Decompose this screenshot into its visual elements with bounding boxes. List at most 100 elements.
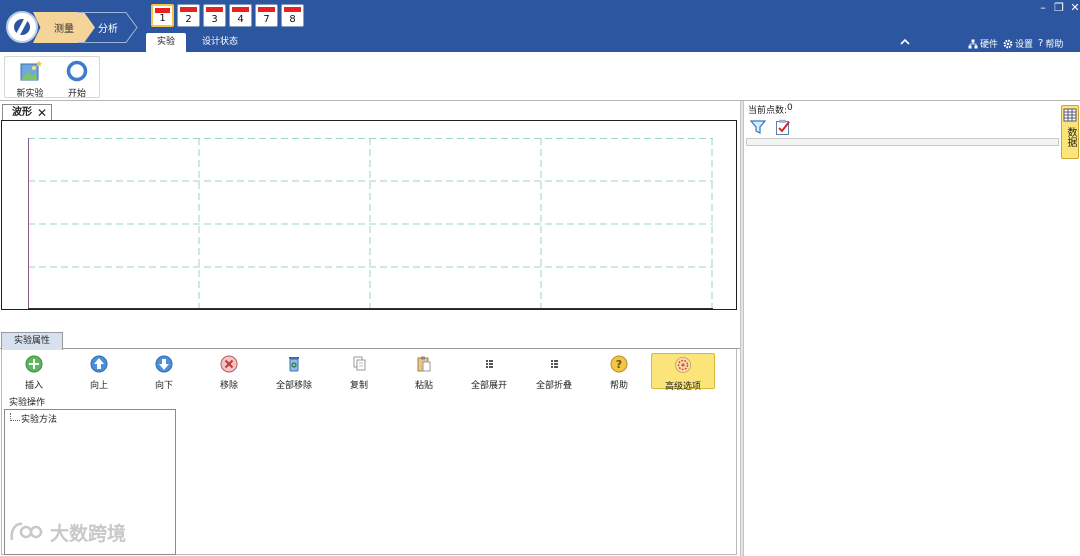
plus-circle-icon xyxy=(25,355,43,373)
ribbon-group-experiment: 新实验 开始 xyxy=(4,56,100,99)
properties-toolbar: 插入 向上 向下 移除 全部移除 复制 粘贴 全部展开 全部折叠 ? 帮助 高级… xyxy=(2,350,738,392)
remove-all-button[interactable]: 全部移除 xyxy=(262,353,326,391)
channel-number: 3 xyxy=(211,14,218,25)
side-tab-data[interactable]: 数据 xyxy=(1061,105,1079,159)
channel-button-2[interactable]: 2 xyxy=(177,4,200,27)
stage-analyze-label: 分析 xyxy=(98,24,118,35)
experiment-operations-label: 实验操作 xyxy=(9,398,46,408)
tab-experiment[interactable]: 实验 xyxy=(146,33,186,52)
start-button[interactable]: 开始 xyxy=(57,59,97,99)
collapse-all-button[interactable]: 全部折叠 xyxy=(522,353,586,391)
waveform-tab-label: 波形 xyxy=(12,107,32,118)
hardware-icon xyxy=(968,39,978,48)
channel-number: 8 xyxy=(289,14,296,25)
advanced-options-label: 高级选项 xyxy=(664,382,701,392)
channel-button-3[interactable]: 3 xyxy=(203,4,226,27)
app-window: 测量 分析 1 2 3 4 7 8 实验 设计状态 硬件 设置 ? 帮助 – ❐… xyxy=(0,0,1080,556)
paste-icon xyxy=(417,356,431,372)
advanced-options-icon xyxy=(675,357,691,373)
hardware-label: 硬件 xyxy=(980,40,999,50)
stage-measure-label: 测量 xyxy=(54,24,74,35)
waveform-plot xyxy=(28,138,713,309)
point-count-label: 当前点数: xyxy=(748,106,788,116)
watermark-text: 大数跨境 xyxy=(50,523,127,545)
waveform-panel xyxy=(1,120,737,310)
collapse-icon xyxy=(551,360,558,368)
move-up-label: 向上 xyxy=(89,381,108,391)
window-controls: – ❐ ✕ xyxy=(1038,2,1080,14)
insert-label: 插入 xyxy=(24,381,43,391)
question-icon: ? xyxy=(1038,38,1044,49)
channel-button-8[interactable]: 8 xyxy=(281,4,304,27)
tab-waveform[interactable]: 波形 ✕ xyxy=(2,104,52,121)
expand-all-button[interactable]: 全部展开 xyxy=(457,353,521,391)
top-right-links: 硬件 设置 ? 帮助 xyxy=(968,37,1063,50)
properties-tab-strip: 实验属性 xyxy=(0,331,740,350)
channel-number: 2 xyxy=(185,14,192,25)
panel-splitter[interactable] xyxy=(740,101,744,556)
tree-connector xyxy=(10,412,20,421)
table-icon xyxy=(1063,108,1077,122)
restore-button[interactable]: ❐ xyxy=(1054,2,1064,14)
channel-button-4[interactable]: 4 xyxy=(229,4,252,27)
collapse-all-label: 全部折叠 xyxy=(535,381,572,391)
waveform-tab-strip: 波形 ✕ xyxy=(0,103,740,121)
data-panel: 当前点数: 0 xyxy=(745,101,1059,556)
move-up-button[interactable]: 向上 xyxy=(67,353,131,391)
watermark: 大数跨境 xyxy=(8,519,126,546)
remove-all-label: 全部移除 xyxy=(275,381,312,391)
data-table-header xyxy=(746,138,1059,146)
side-tab-label: 数据 xyxy=(1065,127,1076,147)
channel-number: 1 xyxy=(159,13,166,24)
arrow-up-icon xyxy=(90,355,108,373)
ribbon: 新实验 开始 xyxy=(0,52,1080,101)
expand-icon xyxy=(486,360,493,368)
channel-button-7[interactable]: 7 xyxy=(255,4,278,27)
copy-icon xyxy=(353,356,366,371)
tab-design-state[interactable]: 设计状态 xyxy=(196,33,244,52)
settings-link[interactable]: 设置 xyxy=(1003,37,1033,50)
tree-item-experiment-method[interactable]: 实验方法 xyxy=(10,412,57,425)
hardware-link[interactable]: 硬件 xyxy=(968,37,998,50)
watermark-logo-icon xyxy=(10,522,43,540)
channel-button-1[interactable]: 1 xyxy=(151,4,174,27)
help-icon: ? xyxy=(610,355,628,373)
advanced-options-button[interactable]: 高级选项 xyxy=(651,353,715,392)
tree-item-label: 实验方法 xyxy=(21,415,58,425)
recycle-bin-icon xyxy=(289,357,299,372)
help-button[interactable]: ? 帮助 xyxy=(587,353,651,391)
help-link[interactable]: ? 帮助 xyxy=(1038,37,1063,50)
help-label: 帮助 xyxy=(1045,40,1064,50)
checklist-icon[interactable] xyxy=(775,119,791,136)
remove-button[interactable]: 移除 xyxy=(197,353,261,391)
move-down-button[interactable]: 向下 xyxy=(132,353,196,391)
point-count-value: 0 xyxy=(787,103,793,113)
new-experiment-label: 新实验 xyxy=(16,89,44,99)
tab-experiment-properties[interactable]: 实验属性 xyxy=(1,332,63,350)
close-button[interactable]: ✕ xyxy=(1070,2,1080,14)
close-icon[interactable]: ✕ xyxy=(37,105,47,121)
start-label: 开始 xyxy=(67,89,86,99)
paste-button[interactable]: 粘贴 xyxy=(392,353,456,391)
app-logo xyxy=(6,11,38,43)
channel-selector: 1 2 3 4 7 8 xyxy=(151,4,304,27)
collapse-ribbon-icon[interactable] xyxy=(899,36,911,48)
settings-label: 设置 xyxy=(1015,40,1034,50)
svg-text:?: ? xyxy=(616,358,622,371)
insert-button[interactable]: 插入 xyxy=(2,353,66,391)
title-bar: 测量 分析 1 2 3 4 7 8 实验 设计状态 硬件 设置 ? 帮助 – ❐… xyxy=(0,0,1080,52)
paste-label: 粘贴 xyxy=(414,381,433,391)
remove-label: 移除 xyxy=(219,381,238,391)
copy-button[interactable]: 复制 xyxy=(327,353,391,391)
start-ring-icon xyxy=(66,60,88,82)
channel-number: 7 xyxy=(263,14,270,25)
point-count: 当前点数: 0 xyxy=(748,103,793,116)
minimize-button[interactable]: – xyxy=(1038,2,1048,14)
arrow-down-icon xyxy=(155,355,173,373)
new-experiment-icon xyxy=(20,60,43,81)
move-down-label: 向下 xyxy=(154,381,173,391)
stage-analyze[interactable]: 分析 xyxy=(78,12,138,43)
plot-grid xyxy=(28,138,713,308)
new-experiment-button[interactable]: 新实验 xyxy=(10,59,50,99)
filter-icon[interactable] xyxy=(750,119,766,135)
